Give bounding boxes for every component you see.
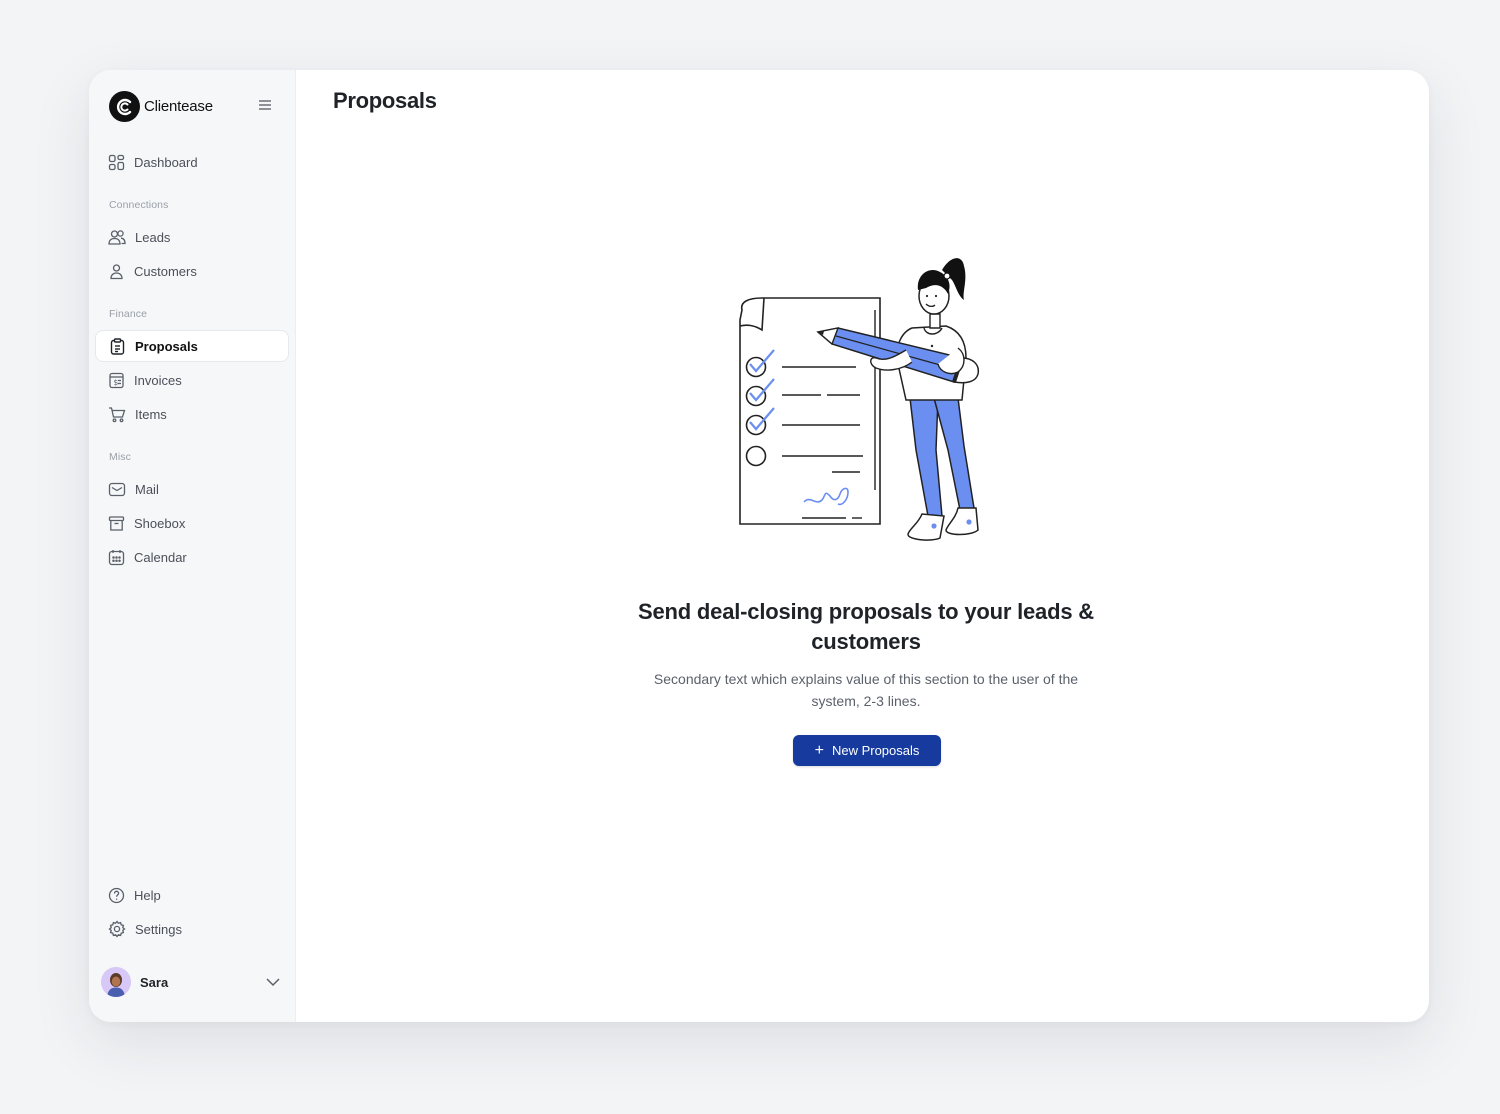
new-proposal-button[interactable]: + New Proposals: [793, 735, 941, 766]
sidebar-item-settings[interactable]: Settings: [95, 913, 289, 945]
clipboard-icon: [110, 337, 125, 355]
archive-box-icon: [108, 515, 125, 531]
help-circle-icon: [108, 887, 125, 903]
sidebar-item-label: Calendar: [134, 549, 187, 565]
dashboard-grid-icon: [108, 154, 125, 170]
sidebar-item-customers[interactable]: Customers: [95, 255, 289, 287]
main-content: Proposals Send deal-closing proposals to…: [296, 70, 1429, 1022]
svg-text:$: $: [114, 378, 119, 387]
empty-state-description: Secondary text which explains value of t…: [653, 671, 1079, 709]
cart-icon: [109, 406, 126, 422]
user-name: Sara: [140, 974, 169, 990]
section-label-finance: Finance: [109, 308, 148, 320]
sidebar-item-help[interactable]: Help: [95, 879, 289, 911]
sidebar-item-label: Dashboard: [134, 154, 198, 170]
sidebar-item-label: Help: [134, 887, 161, 903]
sidebar-item-items[interactable]: Items: [95, 398, 289, 430]
gear-icon: [108, 920, 126, 938]
sidebar-item-proposals[interactable]: Proposals: [95, 330, 289, 362]
invoice-icon: $: [109, 372, 124, 388]
sidebar-item-invoices[interactable]: $ Invoices: [95, 364, 289, 396]
clientease-logo-icon: [109, 91, 140, 122]
user-icon: [110, 263, 123, 279]
brand[interactable]: Clientease: [109, 91, 213, 122]
plus-icon: +: [814, 741, 824, 759]
sidebar-item-label: Invoices: [134, 372, 182, 388]
brand-name: Clientease: [144, 98, 213, 115]
sidebar-item-label: Settings: [135, 921, 182, 937]
users-icon: [108, 229, 126, 245]
page-title: Proposals: [333, 88, 437, 113]
new-proposal-button-label: New Proposals: [831, 743, 920, 758]
sidebar-item-calendar[interactable]: Calendar: [95, 541, 289, 573]
sidebar-item-dashboard[interactable]: Dashboard: [95, 146, 289, 178]
sidebar-item-shoebox[interactable]: Shoebox: [95, 507, 289, 539]
sidebar-item-label: Mail: [135, 481, 159, 497]
chevron-down-icon[interactable]: [265, 974, 281, 990]
menu-toggle-icon[interactable]: [257, 98, 273, 112]
proposal-illustration: [739, 258, 980, 541]
sidebar-item-label: Customers: [134, 263, 197, 279]
section-label-connections: Connections: [109, 199, 169, 211]
calendar-icon: [108, 549, 125, 565]
section-label-misc: Misc: [109, 451, 131, 463]
user-menu[interactable]: Sara: [101, 966, 281, 998]
sidebar-item-mail[interactable]: Mail: [95, 473, 289, 505]
sidebar-item-leads[interactable]: Leads: [95, 221, 289, 253]
sidebar-item-label: Leads: [135, 229, 171, 245]
sidebar-item-label: Proposals: [135, 338, 198, 354]
sidebar-item-label: Items: [135, 406, 167, 422]
avatar: [101, 967, 131, 997]
sidebar: Clientease Dashboard Connections Leads C…: [89, 70, 296, 1022]
app-window: Clientease Dashboard Connections Leads C…: [89, 70, 1429, 1022]
mail-icon: [108, 482, 126, 496]
sidebar-item-label: Shoebox: [134, 515, 186, 531]
empty-state-heading: Send deal-closing proposals to your lead…: [638, 599, 1094, 654]
